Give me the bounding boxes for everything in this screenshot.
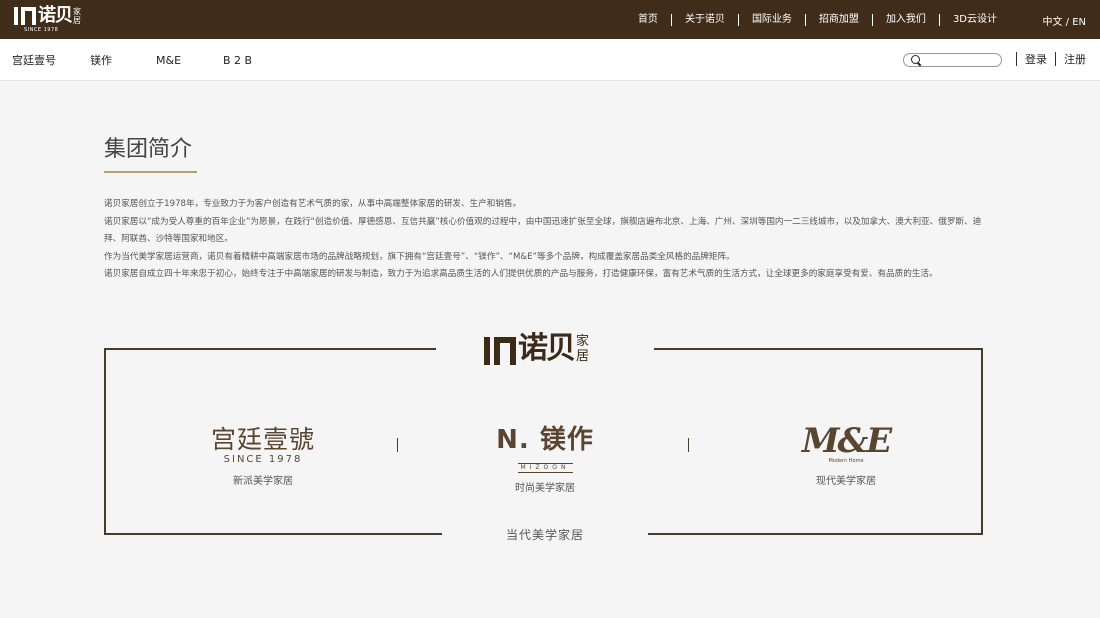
nav-franchise[interactable]: 招商加盟	[804, 13, 872, 26]
logo-since: SINCE 1978	[24, 27, 59, 33]
logo-text-small: 家居	[73, 7, 81, 25]
nav-3d-design[interactable]: 3D云设计	[938, 13, 1010, 26]
register-link[interactable]: 注册	[1064, 51, 1086, 67]
intro-paragraph: 作为当代美学家居运营商，诺贝有着精耕中高端家居市场的品牌战略规划，旗下拥有“宫廷…	[104, 251, 735, 262]
nav-about[interactable]: 关于诺贝	[670, 13, 738, 26]
intro-paragraph: 诺贝家居自成立四十年来忠于初心，始终专注于中高端家居的研发与制造，致力于为追求高…	[104, 269, 938, 279]
search-icon[interactable]	[911, 55, 920, 64]
brand-description: 时尚美学家居	[515, 483, 575, 494]
login-link[interactable]: 登录	[1025, 51, 1047, 67]
brand-bar: 宫廷壹号 镁作 M&E B 2 B 登录 注册	[0, 39, 1100, 81]
brand-link-me[interactable]: M&E	[156, 54, 223, 67]
me-logo-en: Modern Home	[828, 458, 864, 464]
divider	[397, 438, 398, 452]
brand-nav: 宫廷壹号 镁作 M&E B 2 B	[12, 39, 263, 81]
brand-mizoon[interactable]: N. 镁作 MIZOON 时尚美学家居	[470, 426, 620, 494]
group-logo-text-small: 家居	[576, 334, 590, 364]
logo-text: 诺贝	[38, 5, 73, 26]
page-title: 集团简介	[104, 137, 193, 162]
divider	[1055, 52, 1056, 66]
top-bar: 诺贝 家居 SINCE 1978 首页 关于诺贝 国际业务 招商加盟 加入我们 …	[0, 0, 1100, 39]
brand-gongting[interactable]: 宫廷壹號 SINCE 1978 新派美学家居	[188, 426, 338, 488]
mizoon-logo-text: N. 镁作	[496, 425, 594, 455]
main-nav: 首页 关于诺贝 国际业务 招商加盟 加入我们 3D云设计	[625, 0, 1010, 39]
logo-mark-icon	[484, 335, 516, 365]
mizoon-logo: N. 镁作 MIZOON	[470, 426, 620, 473]
nav-home[interactable]: 首页	[625, 14, 671, 26]
intro-paragraph: 诺贝家居以“成为受人尊重的百年企业”为愿景，在践行“创造价值、厚德感恩、互信共赢…	[104, 216, 982, 245]
me-logo-text: M&E	[801, 421, 892, 461]
brand-link-gongting[interactable]: 宫廷壹号	[12, 52, 90, 68]
me-logo: M&E Modern Home	[771, 424, 921, 464]
brand-description: 现代美学家居	[816, 476, 876, 487]
auth-links: 登录 注册	[1008, 51, 1086, 67]
mizoon-logo-en: MIZOON	[517, 463, 573, 473]
gongting-logo-since: SINCE 1978	[223, 454, 303, 465]
brand-description: 新派美学家居	[233, 476, 293, 487]
intro-text: 诺贝家居创立于1978年，专业致力于为客户创造有艺术气质的家，从事中高端整体家居…	[104, 196, 984, 284]
brand-link-mizoon[interactable]: 镁作	[90, 52, 156, 68]
nav-join-us[interactable]: 加入我们	[871, 13, 939, 26]
divider	[1016, 52, 1017, 66]
search-box[interactable]	[903, 53, 1002, 67]
logo-mark-icon	[14, 7, 36, 25]
language-switch[interactable]: 中文 / EN	[1042, 13, 1086, 28]
frame-bottom-label: 当代美学家居	[505, 528, 584, 542]
nav-international[interactable]: 国际业务	[737, 13, 805, 26]
search-input[interactable]	[922, 54, 998, 66]
divider	[688, 438, 689, 452]
site-logo[interactable]: 诺贝 家居 SINCE 1978	[14, 7, 83, 33]
brand-link-b2b[interactable]: B 2 B	[223, 54, 263, 67]
group-logo-text: 诺贝	[518, 331, 576, 366]
gongting-logo-text: 宫廷壹號	[210, 425, 315, 454]
gongting-logo: 宫廷壹號 SINCE 1978	[188, 426, 338, 466]
group-logo: 诺贝 家居	[484, 331, 592, 365]
brand-me[interactable]: M&E Modern Home 现代美学家居	[771, 424, 921, 487]
intro-paragraph: 诺贝家居创立于1978年，专业致力于为客户创造有艺术气质的家，从事中高端整体家居…	[104, 199, 522, 209]
title-underline	[104, 171, 197, 173]
